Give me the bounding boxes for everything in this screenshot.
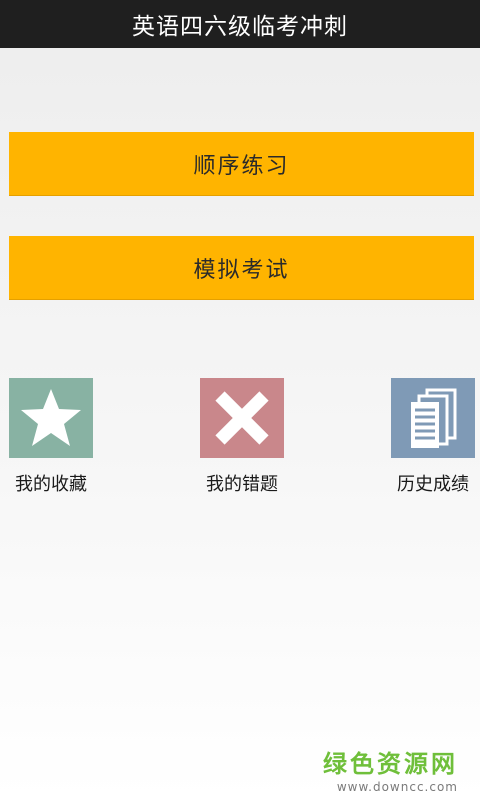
history-scores-tile[interactable] (391, 378, 475, 458)
title-bar: 英语四六级临考冲刺 (0, 0, 480, 48)
watermark-url: www.downcc.com (336, 780, 458, 794)
mock-exam-button[interactable]: 模拟考试 (9, 236, 474, 300)
history-scores-label[interactable]: 历史成绩 (383, 470, 480, 496)
cross-icon (215, 391, 269, 445)
documents-icon (411, 388, 457, 448)
watermark: 绿色资源网 www.downcc.com (323, 744, 458, 794)
sequential-practice-label: 顺序练习 (193, 153, 290, 179)
favorites-label[interactable]: 我的收藏 (1, 470, 101, 496)
app-title: 英语四六级临考冲刺 (132, 14, 348, 40)
wrong-questions-tile[interactable] (200, 378, 284, 458)
sequential-practice-button[interactable]: 顺序练习 (9, 132, 474, 196)
favorites-tile[interactable] (9, 378, 93, 458)
watermark-name: 绿色资源网 (323, 750, 458, 778)
mock-exam-label: 模拟考试 (193, 257, 290, 283)
wrong-questions-label[interactable]: 我的错题 (192, 470, 292, 496)
star-icon (21, 389, 81, 446)
